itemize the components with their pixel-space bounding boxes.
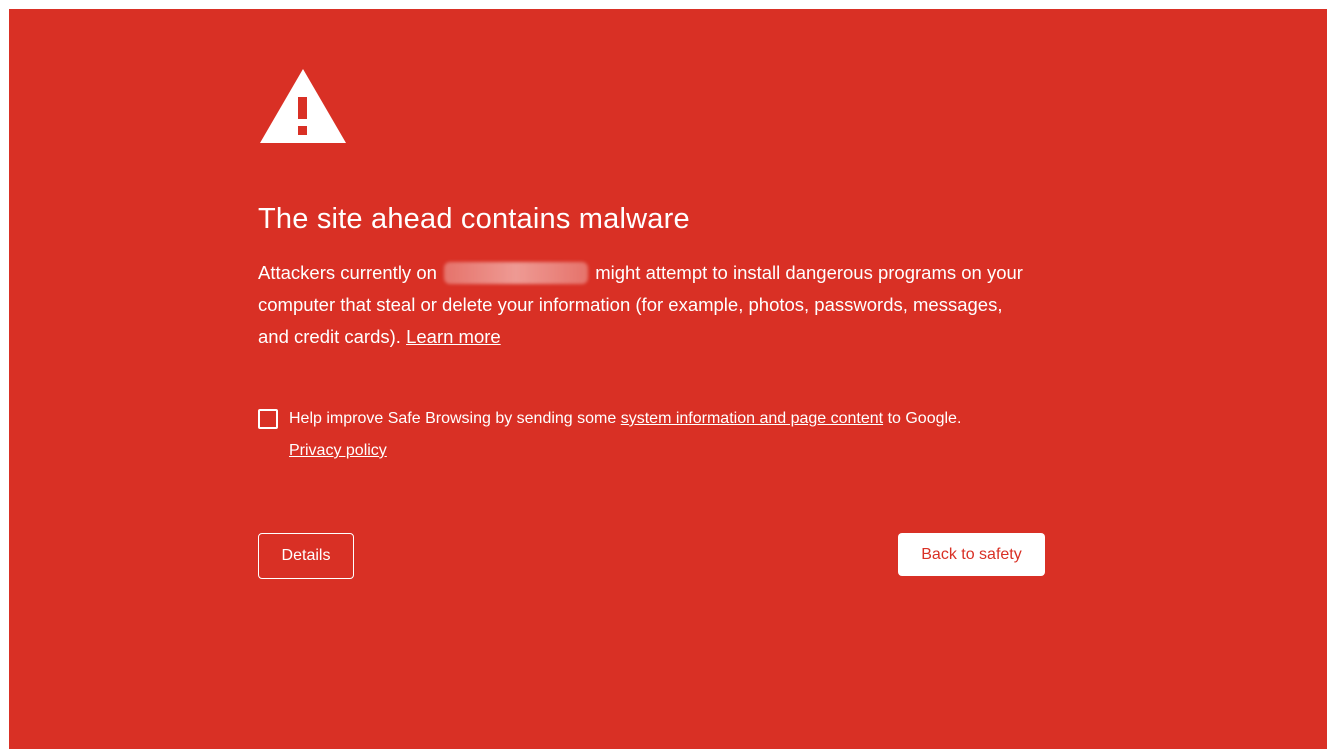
safe-browsing-checkbox[interactable] [258,409,278,429]
interstitial-content: The site ahead contains malware Attacker… [258,65,1048,581]
description-text-before: Attackers currently on [258,262,437,283]
system-info-link[interactable]: system information and page content [621,410,883,427]
optin-text-after: to Google. [887,410,962,427]
optin-text-before: Help improve Safe Browsing by sending so… [289,410,617,427]
interstitial-page: The site ahead contains malware Attacker… [9,9,1327,749]
back-to-safety-button[interactable]: Back to safety [898,533,1045,576]
warning-triangle-icon [260,69,346,143]
malware-description: Attackers currently on might attempt to … [258,257,1038,353]
learn-more-link[interactable]: Learn more [406,326,501,347]
details-button[interactable]: Details [258,533,354,579]
button-row: Details Back to safety [258,533,1045,581]
privacy-policy-link[interactable]: Privacy policy [289,442,387,459]
page-title: The site ahead contains malware [258,203,690,235]
safe-browsing-optin: Help improve Safe Browsing by sending so… [258,403,1049,467]
redacted-site-name [444,262,589,284]
